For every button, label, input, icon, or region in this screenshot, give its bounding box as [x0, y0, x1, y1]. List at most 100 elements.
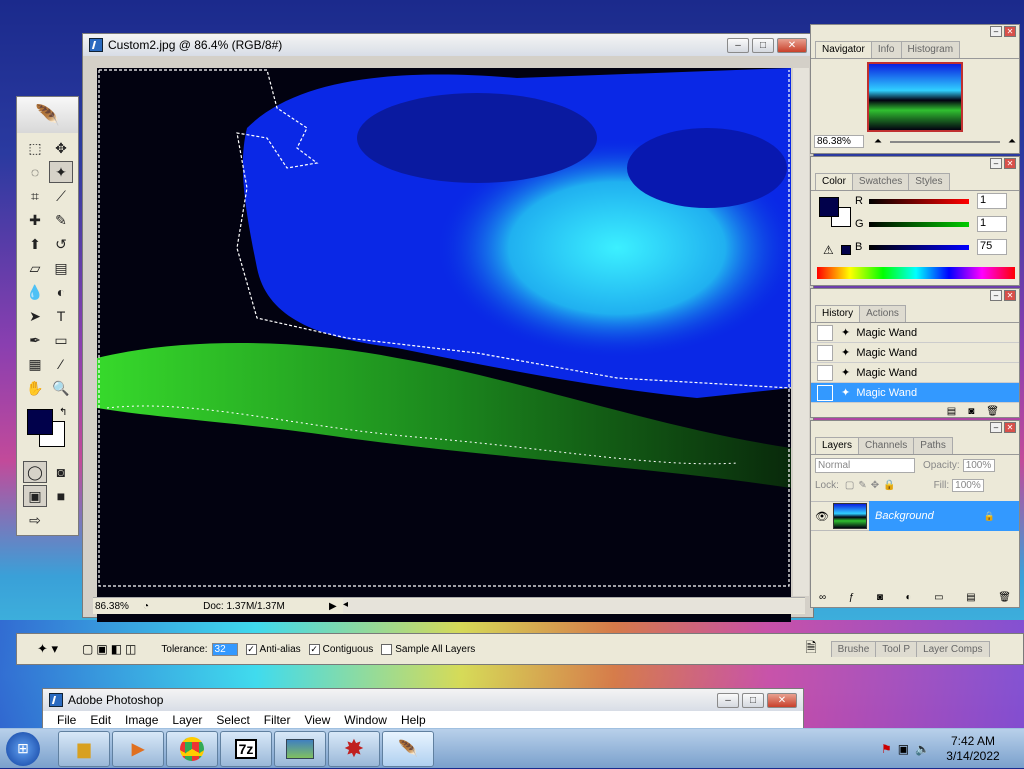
- blur-tool-icon[interactable]: 💧: [23, 281, 47, 303]
- gradient-tool-icon[interactable]: ▤: [49, 257, 73, 279]
- blend-mode-select[interactable]: Normal: [815, 458, 915, 473]
- tools-palette[interactable]: 🪶 ⬚ ✥ ◌ ✦ ⌗ ⟋ ✚ ✎ ⬆ ↺ ▱ ▤ 💧 ◐ ➤ T ✒ ▭ ▦ …: [16, 96, 79, 536]
- new-group-icon[interactable]: ▭: [934, 592, 943, 603]
- marquee-tool-icon[interactable]: ⬚: [23, 137, 47, 159]
- clone-stamp-icon[interactable]: ⬆: [23, 233, 47, 255]
- fg-color-chip[interactable]: [819, 197, 839, 217]
- b-value[interactable]: 75: [977, 239, 1007, 255]
- new-document-icon[interactable]: ▤: [947, 406, 956, 417]
- menu-view[interactable]: View: [304, 713, 330, 727]
- well-tab-tool-presets[interactable]: Tool P: [875, 641, 918, 657]
- menu-edit[interactable]: Edit: [90, 713, 111, 727]
- slice-tool-icon[interactable]: ⟋: [49, 185, 73, 207]
- panel-minimize-button[interactable]: –: [990, 26, 1002, 37]
- start-button[interactable]: ⊞: [0, 729, 46, 769]
- history-step[interactable]: ✦ Magic Wand: [811, 323, 1019, 343]
- dodge-tool-icon[interactable]: ◐: [49, 281, 73, 303]
- photoshop-taskbar-button[interactable]: 🪶: [382, 730, 434, 767]
- layer-row-background[interactable]: 👁 Background 🔒: [811, 501, 1019, 531]
- pen-tool-icon[interactable]: ✒: [23, 329, 47, 351]
- layers-panel[interactable]: – ✕ Layers Channels Paths Normal Opacity:…: [810, 420, 1020, 608]
- layer-name[interactable]: Background: [869, 501, 1019, 531]
- zoom-out-icon[interactable]: ⏶: [874, 136, 882, 147]
- history-step-current[interactable]: ✦ Magic Wand: [811, 383, 1019, 403]
- tab-histogram[interactable]: Histogram: [900, 41, 961, 58]
- gamut-chip[interactable]: [841, 245, 851, 255]
- minimize-button[interactable]: –: [717, 692, 739, 708]
- warning-icon[interactable]: ⚠: [823, 243, 834, 257]
- status-arrow-icon[interactable]: ▶: [329, 601, 343, 612]
- antialias-checkbox[interactable]: ✓: [245, 643, 257, 655]
- screen-mode-full-icon[interactable]: ■: [49, 485, 73, 507]
- quickmask-mode-icon[interactable]: ◙: [49, 461, 73, 483]
- photoshop-app-window[interactable]: Adobe Photoshop – □ ✕ File Edit Image La…: [42, 688, 804, 729]
- tab-styles[interactable]: Styles: [908, 173, 950, 190]
- foreground-color-swatch[interactable]: [27, 409, 53, 435]
- tab-channels[interactable]: Channels: [858, 437, 915, 454]
- panel-close-button[interactable]: ✕: [1004, 422, 1016, 433]
- tab-layers[interactable]: Layers: [815, 437, 860, 454]
- close-button[interactable]: ✕: [777, 37, 807, 53]
- history-step[interactable]: ✦ Magic Wand: [811, 363, 1019, 383]
- paint-app-taskbar-button[interactable]: ✸: [328, 730, 380, 767]
- maximize-button[interactable]: □: [742, 692, 764, 708]
- link-layers-icon[interactable]: ∞: [819, 592, 826, 603]
- zoom-in-icon[interactable]: ⏶: [1008, 136, 1016, 147]
- tab-paths[interactable]: Paths: [913, 437, 953, 454]
- hand-tool-icon[interactable]: ✋: [23, 377, 47, 399]
- app-titlebar[interactable]: Adobe Photoshop – □ ✕: [43, 689, 803, 711]
- menu-select[interactable]: Select: [216, 713, 249, 727]
- menu-layer[interactable]: Layer: [172, 713, 202, 727]
- g-value[interactable]: 1: [977, 216, 1007, 232]
- shape-tool-icon[interactable]: ▭: [49, 329, 73, 351]
- contiguous-checkbox[interactable]: ✓: [308, 643, 320, 655]
- r-value[interactable]: 1: [977, 193, 1007, 209]
- document-window[interactable]: Custom2.jpg @ 86.4% (RGB/8#) – □ ✕ 86.38…: [82, 33, 814, 622]
- well-tab-brushes[interactable]: Brushe: [830, 641, 877, 657]
- explorer-taskbar-button[interactable]: ▆: [58, 730, 110, 767]
- panel-close-button[interactable]: ✕: [1004, 290, 1016, 301]
- adjustment-layer-icon[interactable]: ◐: [906, 592, 912, 603]
- tolerance-input[interactable]: 32: [211, 642, 238, 656]
- tab-actions[interactable]: Actions: [859, 305, 906, 322]
- minimize-button[interactable]: –: [727, 37, 749, 53]
- layer-style-icon[interactable]: ƒ: [849, 592, 855, 603]
- image-canvas[interactable]: [97, 68, 791, 622]
- navigator-zoom[interactable]: 86.38%: [814, 135, 864, 148]
- brush-tool-icon[interactable]: ✎: [49, 209, 73, 231]
- sample-all-checkbox[interactable]: [381, 643, 393, 655]
- color-swatches[interactable]: ↰: [23, 407, 72, 453]
- volume-icon[interactable]: 🔈: [915, 742, 930, 756]
- panel-close-button[interactable]: ✕: [1004, 26, 1016, 37]
- lasso-tool-icon[interactable]: ◌: [23, 161, 47, 183]
- photo-viewer-taskbar-button[interactable]: [274, 730, 326, 767]
- panel-minimize-button[interactable]: –: [990, 158, 1002, 169]
- navigator-panel[interactable]: – ✕ Navigator Info Histogram 86.38% ⏶ ⏶: [810, 24, 1020, 154]
- zoom-slider[interactable]: [890, 140, 1000, 143]
- panel-minimize-button[interactable]: –: [990, 290, 1002, 301]
- eye-icon[interactable]: 👁: [811, 510, 833, 523]
- options-bar[interactable]: ✦ ▾ ▢▣◧◫ Tolerance: 32 ✓ Anti-alias ✓ Cont…: [16, 633, 1024, 665]
- panel-close-button[interactable]: ✕: [1004, 158, 1016, 169]
- tab-swatches[interactable]: Swatches: [851, 173, 910, 190]
- network-icon[interactable]: ▣: [898, 742, 909, 756]
- crop-tool-icon[interactable]: ⌗: [23, 185, 47, 207]
- menu-help[interactable]: Help: [401, 713, 426, 727]
- eyedropper-tool-icon[interactable]: ⁄: [49, 353, 73, 375]
- history-brush-icon[interactable]: ↺: [49, 233, 73, 255]
- close-button[interactable]: ✕: [767, 692, 797, 708]
- layer-mask-icon[interactable]: ◙: [877, 592, 883, 603]
- menu-filter[interactable]: Filter: [264, 713, 291, 727]
- horizontal-scrollbar[interactable]: ◂: [343, 599, 805, 613]
- tab-navigator[interactable]: Navigator: [815, 41, 872, 58]
- zoom-tool-icon[interactable]: 🔍: [49, 377, 73, 399]
- notes-tool-icon[interactable]: ▦: [23, 353, 47, 375]
- status-menu-icon[interactable]: ◔: [143, 601, 159, 612]
- flag-icon[interactable]: ⚑: [881, 742, 892, 756]
- lock-icons[interactable]: ▢✎✥🔒: [845, 480, 900, 491]
- history-panel[interactable]: – ✕ History Actions ✦ Magic Wand ✦ Magic …: [810, 288, 1020, 418]
- new-snapshot-icon[interactable]: ◙: [968, 406, 974, 417]
- chrome-taskbar-button[interactable]: [166, 730, 218, 767]
- move-tool-icon[interactable]: ✥: [49, 137, 73, 159]
- new-layer-icon[interactable]: ▤: [966, 592, 975, 603]
